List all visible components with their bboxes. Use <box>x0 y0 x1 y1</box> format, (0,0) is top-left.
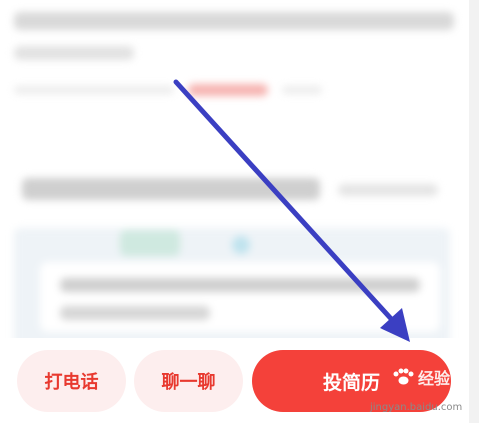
arrow-annotation-icon <box>173 79 410 342</box>
